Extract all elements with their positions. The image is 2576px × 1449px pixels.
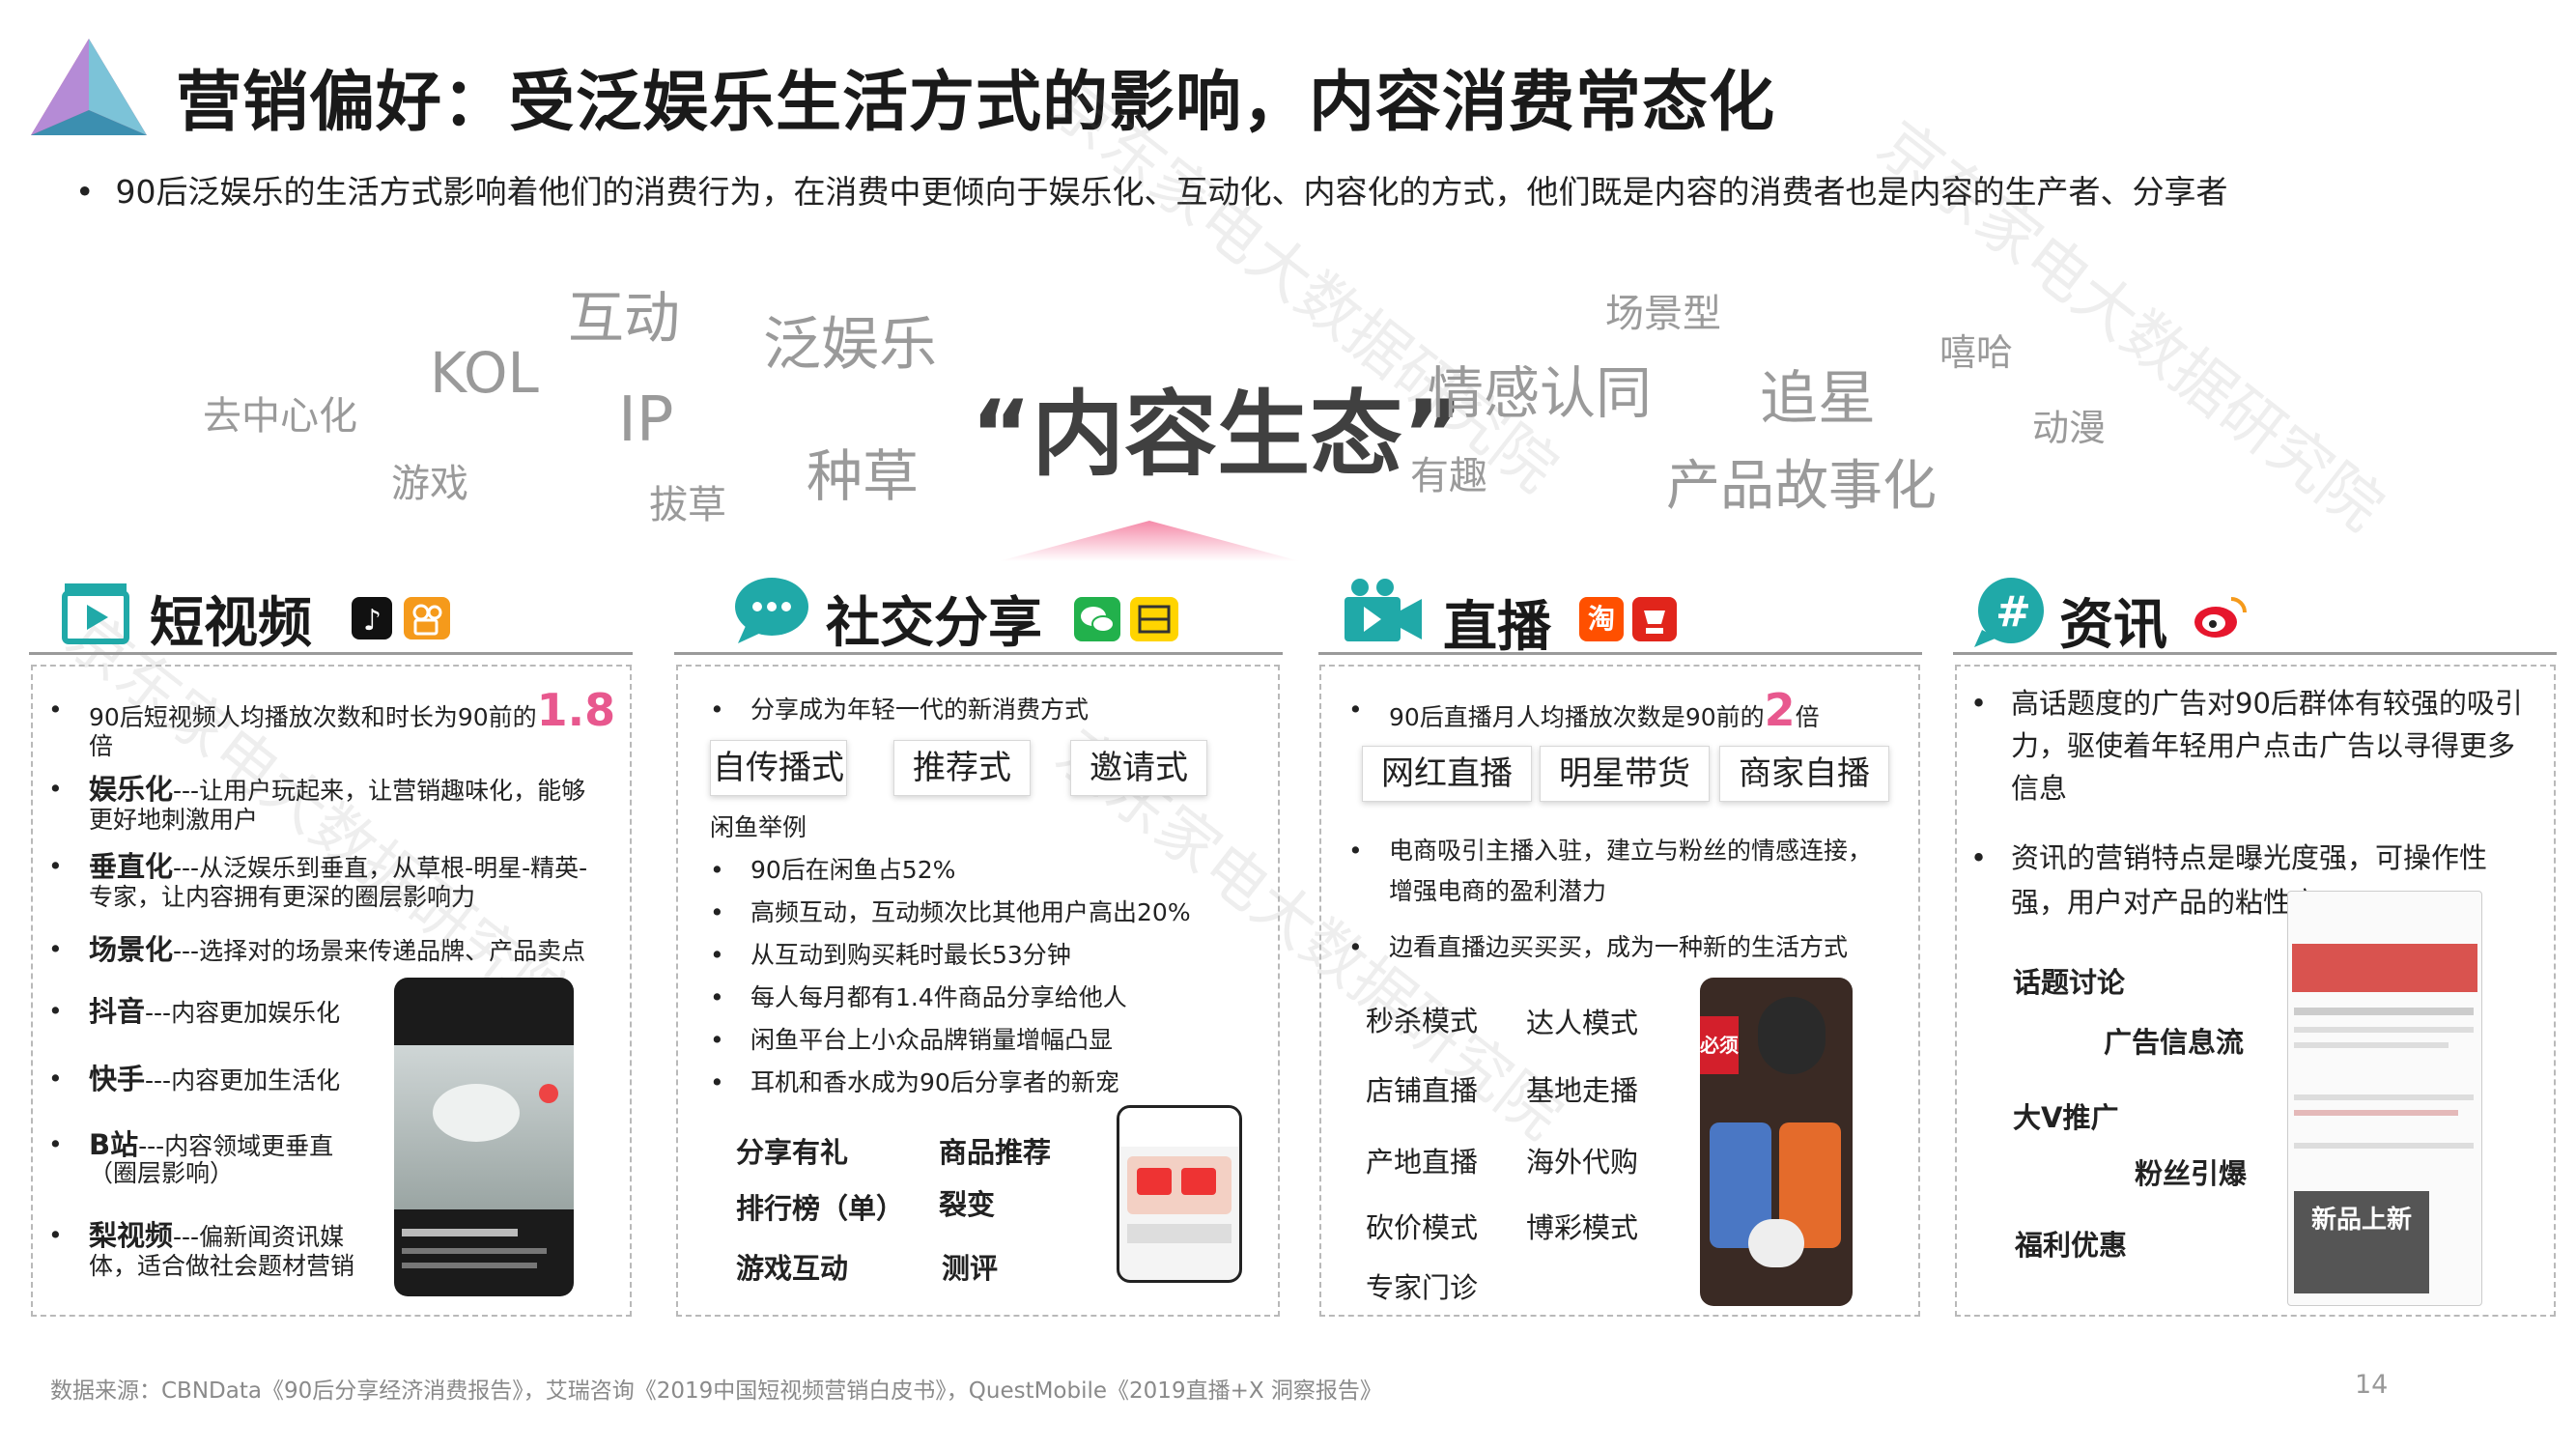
mode-label: 粉丝引爆 xyxy=(2135,1157,2248,1190)
cloud-word: 嘻哈 xyxy=(1939,331,2014,374)
cloud-word: 产品故事化 xyxy=(1666,455,1937,518)
page-subtitle: 90后泛娱乐的生活方式影响着他们的消费行为，在消费中更倾向于娱乐化、互动化、内容… xyxy=(75,166,2227,213)
cloud-word: 泛娱乐 xyxy=(763,311,937,379)
list-item-cont: 增强电商的盈利潜力 xyxy=(1389,877,1607,905)
tag-invite: 邀请式 xyxy=(1070,740,1207,796)
phone-overlay-text: 必须抢！ xyxy=(1700,1016,1739,1074)
mode-label: 裂变 xyxy=(939,1188,996,1221)
section-title-live: 直播 xyxy=(1443,596,1551,659)
cloud-word: 追星 xyxy=(1760,365,1876,433)
cloud-word: 去中心化 xyxy=(203,394,357,439)
chat-bubble-icon xyxy=(735,578,808,643)
svg-text:♪: ♪ xyxy=(363,604,382,638)
logo-icon xyxy=(31,39,147,135)
cloud-word: IP xyxy=(618,384,674,456)
svg-text:#: # xyxy=(1996,587,2031,637)
cloud-word: 游戏 xyxy=(391,462,468,506)
arrow-up-icon xyxy=(999,521,1300,561)
phone-screenshot: 新品上新 xyxy=(2287,891,2482,1306)
mode-label: 海外代购 xyxy=(1526,1146,1639,1179)
hashtag-icon: # xyxy=(1974,578,2044,647)
list-item-cont: 倍 xyxy=(89,732,114,760)
section-title-news: 资讯 xyxy=(2059,594,2167,657)
mode-label: 广告信息流 xyxy=(2104,1026,2245,1059)
tag-recommend: 推荐式 xyxy=(893,740,1031,796)
jd-icon xyxy=(1632,597,1677,641)
mode-label: 话题讨论 xyxy=(2013,966,2126,999)
xianyu-icon xyxy=(1130,597,1178,641)
mode-label: 基地走播 xyxy=(1526,1074,1639,1107)
section-divider xyxy=(1953,652,2557,655)
page-title: 营销偏好：受泛娱乐生活方式的影响，内容消费常态化 xyxy=(176,65,1776,141)
source-note: 数据来源：CBNData《90后分享经济消费报告》，艾瑞咨询《2019中国短视频… xyxy=(50,1378,1382,1404)
phone-overlay-text: 新品上新 xyxy=(2294,1191,2429,1293)
mode-label: 达人模式 xyxy=(1526,1007,1639,1039)
phone-screenshot xyxy=(394,978,574,1296)
list-item-cont: 更好地刺激用户 xyxy=(89,806,259,834)
mode-label: 产地直播 xyxy=(1366,1146,1479,1179)
tag-influencer-live: 网红直播 xyxy=(1362,746,1532,802)
cloud-word: 有趣 xyxy=(1410,454,1487,498)
page-number: 14 xyxy=(2355,1370,2389,1400)
mode-label: 专家门诊 xyxy=(1366,1271,1479,1304)
mode-label: 博彩模式 xyxy=(1526,1211,1639,1244)
phone-screenshot xyxy=(1117,1105,1242,1283)
cloud-word: 情感认同 xyxy=(1428,360,1653,426)
content-ecology-headline: “内容生态” xyxy=(971,381,1464,489)
section-divider xyxy=(29,652,633,655)
wechat-icon xyxy=(1074,597,1120,641)
cloud-word: 场景型 xyxy=(1605,292,1721,336)
mode-label: 店铺直播 xyxy=(1366,1074,1479,1107)
video-icon xyxy=(62,583,129,644)
list-item-cont: 体，适合做社会题材营销 xyxy=(89,1252,355,1280)
section-divider xyxy=(674,652,1283,655)
example-label: 闲鱼举例 xyxy=(710,813,807,841)
camera-icon xyxy=(1345,579,1422,641)
mode-label: 商品推荐 xyxy=(939,1136,1052,1169)
cloud-word: 拔草 xyxy=(649,483,726,527)
mode-label: 分享有礼 xyxy=(736,1136,849,1169)
mode-label: 测评 xyxy=(942,1252,999,1285)
section-title-social: 社交分享 xyxy=(826,592,1042,655)
taobao-icon: 淘 xyxy=(1579,597,1624,641)
mode-label: 游戏互动 xyxy=(736,1252,849,1285)
cloud-word: KOL xyxy=(430,340,539,406)
weibo-icon xyxy=(2194,597,2247,638)
phone-screenshot: 必须抢！ xyxy=(1700,978,1853,1306)
tag-celebrity-sales: 明星带货 xyxy=(1540,746,1710,802)
cloud-word: 种草 xyxy=(807,443,920,509)
list-item-cont: 信息 xyxy=(2011,772,2068,805)
list-item-cont: 力，驱使着年轻用户点击广告以寻得更多 xyxy=(2011,729,2516,762)
list-item-cont: 专家，让内容拥有更深的圈层影响力 xyxy=(89,883,476,911)
mode-label: 排行榜（单） xyxy=(736,1192,905,1225)
mode-label: 砍价模式 xyxy=(1366,1211,1479,1244)
tiktok-icon: ♪ xyxy=(352,597,392,639)
cloud-word: 互动 xyxy=(568,285,681,351)
kuaishou-icon xyxy=(404,597,450,639)
mode-label: 福利优惠 xyxy=(2015,1229,2128,1262)
list-item-cont: 强，用户对产品的粘性高 xyxy=(2011,886,2320,919)
section-divider xyxy=(1318,652,1922,655)
list-item-cont: （圈层影响） xyxy=(89,1159,235,1187)
cloud-word: 动漫 xyxy=(2032,407,2107,449)
tag-self-spread: 自传播式 xyxy=(710,740,847,796)
tag-merchant-live: 商家自播 xyxy=(1719,746,1889,802)
mode-label: 大V推广 xyxy=(2013,1101,2119,1134)
section-title-short-video: 短视频 xyxy=(150,592,312,655)
mode-label: 秒杀模式 xyxy=(1366,1005,1479,1037)
